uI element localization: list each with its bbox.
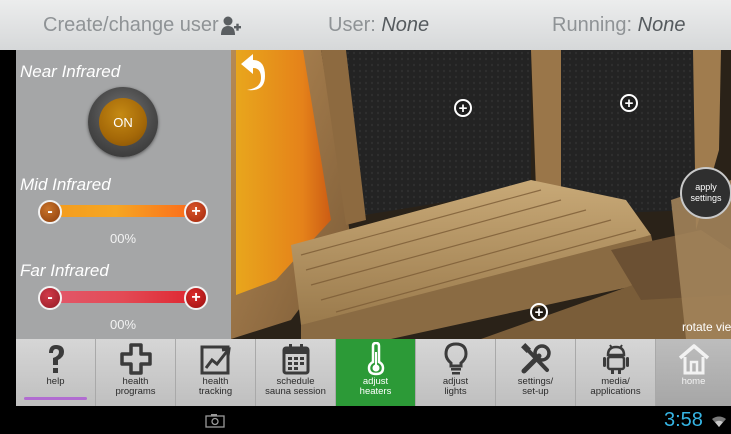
far-infrared-decrease-button[interactable]: - (38, 286, 62, 310)
light-hotspot-1[interactable]: + (454, 99, 472, 117)
nav-label-settings: settings/ set-up (517, 376, 554, 397)
far-infrared-percent: 00% (110, 317, 137, 332)
nav-media-applications[interactable]: media/ applications (576, 339, 656, 406)
nav-label-media: media/ applications (590, 376, 641, 397)
far-infrared-title: Far Infrared (20, 261, 109, 280)
wifi-icon (712, 416, 726, 427)
sauna-3d-view[interactable]: + + + apply settings rotate vie (231, 50, 731, 339)
lightbulb-icon (443, 342, 468, 375)
nav-label-help: help (46, 376, 65, 387)
home-icon (678, 344, 709, 375)
far-infrared-slider[interactable]: - + (38, 286, 208, 310)
apply-settings-button[interactable]: apply settings (680, 167, 731, 219)
mid-infrared-track (52, 205, 194, 217)
nav-health-tracking[interactable]: health tracking (176, 339, 256, 406)
far-infrared-increase-button[interactable]: + (184, 286, 208, 310)
near-infrared-on-label: ON (99, 98, 147, 146)
nav-home[interactable]: home (656, 339, 731, 406)
running-status: Running: None (552, 14, 685, 37)
rotate-view-label[interactable]: rotate vie (682, 320, 731, 334)
light-hotspot-3[interactable]: + (530, 303, 548, 321)
nav-settings-setup[interactable]: settings/ set-up (496, 339, 576, 406)
mid-infrared-increase-button[interactable]: + (184, 200, 208, 224)
nav-help[interactable]: help (16, 339, 96, 406)
mid-infrared-slider[interactable]: - + (38, 200, 208, 224)
nav-adjust-lights[interactable]: adjust lights (416, 339, 496, 406)
sauna-illustration (231, 50, 731, 339)
light-hotspot-2[interactable]: + (620, 94, 638, 112)
nav-adjust-heaters[interactable]: adjust heaters (336, 339, 416, 406)
screenshot-icon[interactable] (205, 413, 225, 428)
mid-infrared-title: Mid Infrared (20, 175, 111, 194)
question-icon (48, 345, 64, 373)
bottom-nav: help health programs health tracking sch… (16, 339, 731, 406)
near-infrared-title: Near Infrared (20, 62, 121, 81)
mid-infrared-percent: 00% (110, 231, 137, 246)
top-bar: Create/change user User: None Running: N… (0, 0, 731, 50)
current-user-status: User: None (328, 14, 429, 37)
user-label: User: (328, 14, 376, 36)
mid-infrared-decrease-button[interactable]: - (38, 200, 62, 224)
calendar-icon (282, 344, 309, 375)
nav-label-health-tracking: health tracking (198, 376, 233, 397)
nav-label-schedule: schedule sauna session (265, 376, 326, 397)
help-selected-underline (24, 397, 87, 400)
nav-label-adjust-lights: adjust lights (442, 376, 469, 397)
thermometer-icon (367, 342, 384, 376)
nav-schedule-sauna-session[interactable]: schedule sauna session (256, 339, 336, 406)
running-label: Running: (552, 14, 633, 36)
nav-health-programs[interactable]: health programs (96, 339, 176, 406)
rotate-view-icon[interactable] (231, 50, 265, 94)
nav-label-adjust-heaters: adjust heaters (359, 376, 392, 397)
android-icon (602, 344, 629, 374)
create-change-user-button[interactable]: Create/change user (43, 14, 242, 37)
heater-control-panel: Near Infrared ON Mid Infrared - + 00% Fa… (16, 50, 231, 339)
far-infrared-track (52, 291, 194, 303)
system-clock: 3:58 (664, 409, 703, 431)
add-user-icon (220, 16, 241, 35)
chart-icon (200, 345, 231, 375)
nav-label-health-programs: health programs (115, 376, 156, 397)
create-user-label: Create/change user (43, 14, 219, 36)
android-system-bar: 3:58 (0, 406, 731, 434)
near-infrared-toggle[interactable]: ON (88, 87, 158, 157)
nav-label-home: home (681, 376, 706, 387)
user-value: None (381, 14, 430, 36)
running-value: None (637, 14, 686, 36)
cross-icon (119, 343, 152, 375)
tools-icon (520, 343, 551, 374)
